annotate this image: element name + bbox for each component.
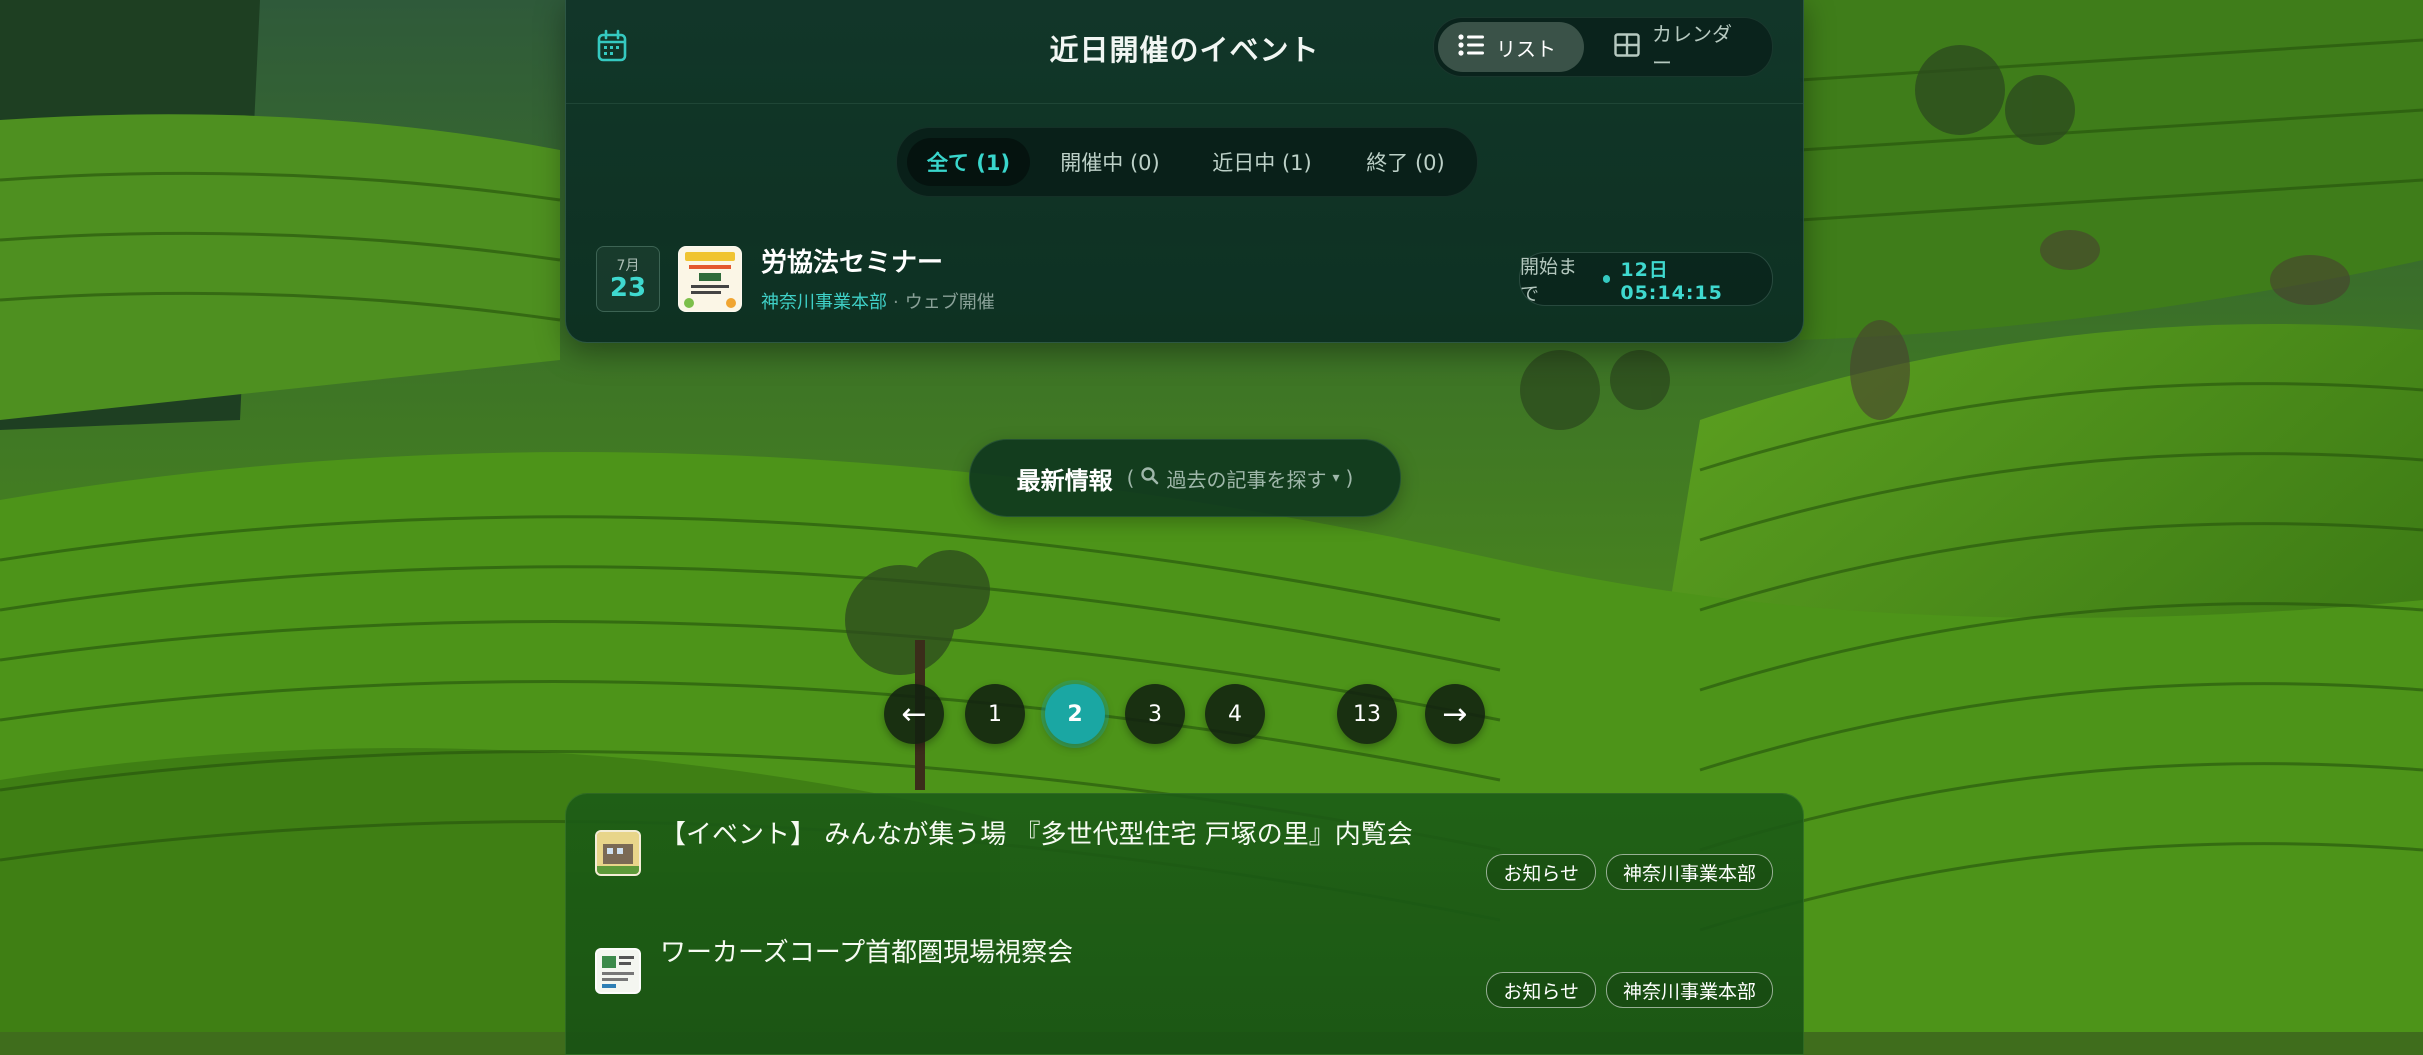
event-meta: 神奈川事業本部 · ウェブ開催 bbox=[761, 288, 995, 314]
filter-tab-upcoming[interactable]: 近日中 (1) bbox=[1192, 138, 1332, 186]
news-list: 【イベント】 みんなが集う場 『多世代型住宅 戸塚の里』内覧会 お知らせ 神奈川… bbox=[565, 793, 1804, 1055]
list-view-button[interactable]: リスト bbox=[1438, 22, 1584, 72]
chevron-down-icon: ▾ bbox=[1332, 470, 1340, 486]
archive-search-dropdown[interactable]: ( 過去の記事を探す ▾ ) bbox=[1127, 464, 1354, 493]
event-item[interactable]: 7月 23 労協法セミナー 神奈川事業本部 · ウェブ開催 開始まで 12日 05:… bbox=[596, 242, 1773, 314]
events-header: 近日開催のイベント リスト カレンダー bbox=[566, 0, 1803, 104]
list-view-label: リスト bbox=[1496, 36, 1556, 61]
event-countdown: 開始まで 12日 05:14:15 bbox=[1519, 252, 1773, 306]
event-date: 7月 23 bbox=[596, 246, 660, 312]
pagination-page-4[interactable]: 4 bbox=[1205, 684, 1265, 744]
event-day: 23 bbox=[609, 273, 647, 303]
search-icon bbox=[1140, 466, 1160, 491]
news-item[interactable]: 【イベント】 みんなが集う場 『多世代型住宅 戸塚の里』内覧会 お知らせ 神奈川… bbox=[566, 794, 1803, 912]
event-name[interactable]: 労協法セミナー bbox=[761, 242, 943, 279]
filter-tab-ongoing[interactable]: 開催中 (0) bbox=[1040, 138, 1180, 186]
grid-icon bbox=[1614, 32, 1640, 62]
pagination-next-button[interactable]: → bbox=[1425, 684, 1485, 744]
news-item[interactable]: ワーカーズコープ首都圏現場視察会 お知らせ 神奈川事業本部 bbox=[566, 912, 1803, 1030]
pagination-page-13[interactable]: 13 bbox=[1337, 684, 1397, 744]
news-title[interactable]: 【イベント】 みんなが集う場 『多世代型住宅 戸塚の里』内覧会 bbox=[660, 814, 1413, 851]
archive-search-label: 過去の記事を探す bbox=[1166, 467, 1327, 492]
calendar-view-label: カレンダー bbox=[1652, 22, 1732, 75]
pagination-page-1[interactable]: 1 bbox=[965, 684, 1025, 744]
list-icon bbox=[1458, 33, 1484, 62]
countdown-value: 12日 05:14:15 bbox=[1620, 258, 1723, 304]
countdown-label: 開始まで bbox=[1520, 256, 1578, 305]
event-filter-tabs: 全て (1) 開催中 (0) 近日中 (1) 終了 (0) bbox=[896, 127, 1478, 197]
calendar-view-button[interactable]: カレンダー bbox=[1594, 22, 1766, 75]
event-venue: ウェブ開催 bbox=[904, 292, 995, 313]
news-tag-category[interactable]: お知らせ bbox=[1486, 972, 1596, 1008]
event-meta-separator: · bbox=[893, 292, 899, 313]
countdown-status-dot bbox=[1602, 275, 1611, 283]
pagination-page-3[interactable]: 3 bbox=[1125, 684, 1185, 744]
pagination-page-2[interactable]: 2 bbox=[1045, 684, 1105, 744]
news-tag-region[interactable]: 神奈川事業本部 bbox=[1605, 972, 1773, 1008]
upcoming-events-panel: 近日開催のイベント リスト カレンダー 全て (1) 開催中 (0) 近日中 (… bbox=[565, 0, 1804, 343]
filter-tab-ended[interactable]: 終了 (0) bbox=[1344, 138, 1467, 186]
archive-search-open-paren: ( bbox=[1126, 466, 1135, 490]
latest-news-header: 最新情報 ( 過去の記事を探す ▾ ) bbox=[969, 439, 1401, 517]
news-tags: お知らせ 神奈川事業本部 bbox=[1486, 972, 1773, 1008]
news-thumbnail bbox=[595, 948, 641, 994]
event-month: 7月 bbox=[616, 258, 640, 274]
news-title[interactable]: ワーカーズコープ首都圏現場視察会 bbox=[660, 932, 1073, 969]
event-organizer: 神奈川事業本部 bbox=[761, 292, 887, 313]
news-thumbnail bbox=[595, 830, 641, 876]
news-tag-category[interactable]: お知らせ bbox=[1486, 854, 1596, 890]
pagination-prev-button[interactable]: ← bbox=[884, 684, 944, 744]
view-toggle: リスト カレンダー bbox=[1433, 17, 1773, 77]
filter-tab-all[interactable]: 全て (1) bbox=[907, 138, 1030, 186]
event-flyer-thumbnail bbox=[678, 246, 742, 312]
archive-search-close-paren: ) bbox=[1345, 466, 1354, 490]
news-tag-region[interactable]: 神奈川事業本部 bbox=[1605, 854, 1773, 890]
latest-news-title: 最新情報 bbox=[1016, 466, 1113, 495]
news-tags: お知らせ 神奈川事業本部 bbox=[1486, 854, 1773, 890]
